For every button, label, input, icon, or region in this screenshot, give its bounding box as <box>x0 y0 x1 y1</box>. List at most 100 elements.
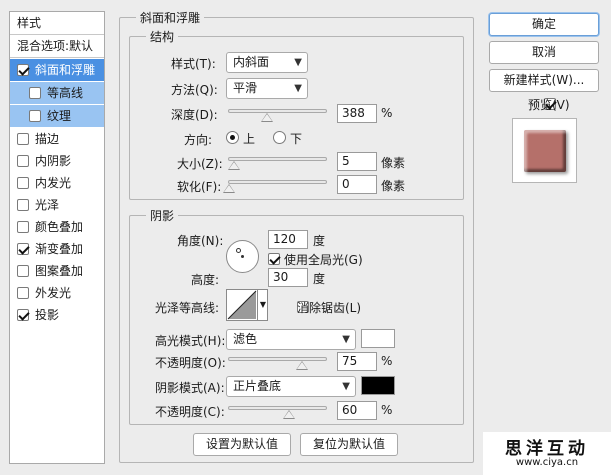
highlight-mode-select[interactable]: 滤色 ▼ <box>226 329 356 350</box>
style-item-texture[interactable]: 纹理 <box>10 105 104 127</box>
new-style-button[interactable]: 新建样式(W)... <box>489 69 599 92</box>
style-item-label: 投影 <box>35 308 60 322</box>
shadow-opacity-label: 不透明度(C): <box>155 405 225 419</box>
checkbox[interactable] <box>29 110 41 122</box>
style-item-label: 光泽 <box>35 198 60 212</box>
checkbox[interactable] <box>17 177 29 189</box>
shading-title: 阴影 <box>146 207 179 224</box>
global-light-label: 使用全局光(G) <box>284 253 363 267</box>
styles-list: 样式 混合选项:默认 斜面和浮雕 等高线 纹理 描边 内阴影 内发光 光泽 颜色… <box>9 11 105 464</box>
style-item-inner-glow[interactable]: 内发光 <box>10 172 104 194</box>
chevron-down-icon[interactable]: ▼ <box>257 290 268 320</box>
anti-alias-label: 消除锯齿(L) <box>297 301 362 315</box>
chevron-down-icon: ▼ <box>294 83 302 94</box>
checkbox[interactable] <box>17 199 29 211</box>
checkbox[interactable] <box>29 87 41 99</box>
angle-dial[interactable] <box>226 240 259 273</box>
watermark: 思洋互动 www.ciya.cn <box>483 432 611 475</box>
style-item-label: 斜面和浮雕 <box>35 63 96 77</box>
shadow-color-swatch[interactable] <box>361 376 395 395</box>
style-item-label: 内发光 <box>35 176 72 190</box>
soften-label: 软化(F): <box>177 180 222 194</box>
size-label: 大小(Z): <box>177 157 223 171</box>
technique-select[interactable]: 平滑 ▼ <box>226 78 308 99</box>
soften-unit: 像素 <box>381 179 406 193</box>
style-item-color-overlay[interactable]: 颜色叠加 <box>10 216 104 238</box>
checkbox[interactable] <box>17 155 29 167</box>
altitude-input[interactable]: 30 <box>268 268 308 287</box>
style-item-label: 图案叠加 <box>35 264 84 278</box>
shadow-mode-select[interactable]: 正片叠底 ▼ <box>226 376 356 397</box>
depth-label: 深度(D): <box>171 108 218 122</box>
global-light-checkbox[interactable] <box>268 253 280 265</box>
style-item-bevel-emboss[interactable]: 斜面和浮雕 <box>10 59 104 81</box>
highlight-opacity-input[interactable]: 75 <box>337 352 377 371</box>
altitude-unit: 度 <box>313 272 326 286</box>
depth-unit: % <box>381 106 393 120</box>
ok-button[interactable]: 确定 <box>489 13 599 36</box>
style-item-label: 外发光 <box>35 286 72 300</box>
style-item-stroke[interactable]: 描边 <box>10 128 104 150</box>
gloss-contour-picker[interactable]: ▼ <box>226 289 268 321</box>
checkbox[interactable] <box>17 221 29 233</box>
depth-input[interactable]: 388 <box>337 104 377 123</box>
checkbox[interactable] <box>17 309 29 321</box>
style-item-pattern-overlay[interactable]: 图案叠加 <box>10 260 104 282</box>
style-item-label: 描边 <box>35 132 60 146</box>
technique-label: 方法(Q): <box>171 83 218 97</box>
checkbox[interactable] <box>17 64 29 76</box>
size-input[interactable]: 5 <box>337 152 377 171</box>
bevel-emboss-title: 斜面和浮雕 <box>136 9 205 26</box>
size-slider[interactable] <box>228 157 327 161</box>
angle-input[interactable]: 120 <box>268 230 308 249</box>
chevron-down-icon: ▼ <box>294 57 302 68</box>
preview-label: 预览(V) <box>528 98 570 112</box>
checkbox[interactable] <box>17 243 29 255</box>
chevron-down-icon: ▼ <box>342 334 350 345</box>
style-item-gradient-overlay[interactable]: 渐变叠加 <box>10 238 104 260</box>
chevron-down-icon: ▼ <box>342 381 350 392</box>
shadow-opacity-slider[interactable] <box>228 406 327 410</box>
size-slider-thumb[interactable] <box>228 161 240 170</box>
checkbox[interactable] <box>17 265 29 277</box>
depth-slider[interactable] <box>228 109 327 113</box>
direction-up-radio[interactable] <box>226 131 239 144</box>
soften-slider[interactable] <box>228 180 327 184</box>
angle-label: 角度(N): <box>177 234 224 248</box>
highlight-opacity-slider-thumb[interactable] <box>296 361 308 370</box>
styles-header[interactable]: 样式 <box>10 12 104 34</box>
shadow-mode-value: 正片叠底 <box>233 379 282 393</box>
angle-dial-center-icon <box>241 255 244 258</box>
style-label: 样式(T): <box>171 57 216 71</box>
altitude-label: 高度: <box>191 273 220 287</box>
highlight-opacity-slider[interactable] <box>228 357 327 361</box>
depth-slider-thumb[interactable] <box>261 113 273 122</box>
shadow-opacity-slider-thumb[interactable] <box>283 410 295 419</box>
shadow-opacity-input[interactable]: 60 <box>337 401 377 420</box>
preview-swatch <box>524 130 566 172</box>
bevel-style-value: 内斜面 <box>233 55 270 69</box>
soften-input[interactable]: 0 <box>337 175 377 194</box>
make-default-button[interactable]: 设置为默认值 <box>193 433 291 456</box>
direction-down-radio[interactable] <box>273 131 286 144</box>
style-item-contour[interactable]: 等高线 <box>10 82 104 104</box>
soften-slider-thumb[interactable] <box>223 184 235 193</box>
direction-up-label: 上 <box>243 132 256 146</box>
cancel-button[interactable]: 取消 <box>489 41 599 64</box>
style-item-satin[interactable]: 光泽 <box>10 194 104 216</box>
style-item-inner-shadow[interactable]: 内阴影 <box>10 150 104 172</box>
style-item-label: 纹理 <box>47 109 72 123</box>
reset-default-button[interactable]: 复位为默认值 <box>300 433 398 456</box>
blending-options-item[interactable]: 混合选项:默认 <box>10 35 104 57</box>
watermark-url: www.ciya.cn <box>515 457 579 468</box>
contour-preview-icon <box>227 290 257 320</box>
style-item-outer-glow[interactable]: 外发光 <box>10 282 104 304</box>
highlight-mode-label: 高光模式(H): <box>155 334 226 348</box>
checkbox[interactable] <box>17 133 29 145</box>
checkbox[interactable] <box>17 287 29 299</box>
highlight-color-swatch[interactable] <box>361 329 395 348</box>
style-item-drop-shadow[interactable]: 投影 <box>10 304 104 326</box>
direction-label: 方向: <box>184 133 213 147</box>
bevel-style-select[interactable]: 内斜面 ▼ <box>226 52 308 73</box>
angle-dial-marker-icon <box>236 248 241 253</box>
